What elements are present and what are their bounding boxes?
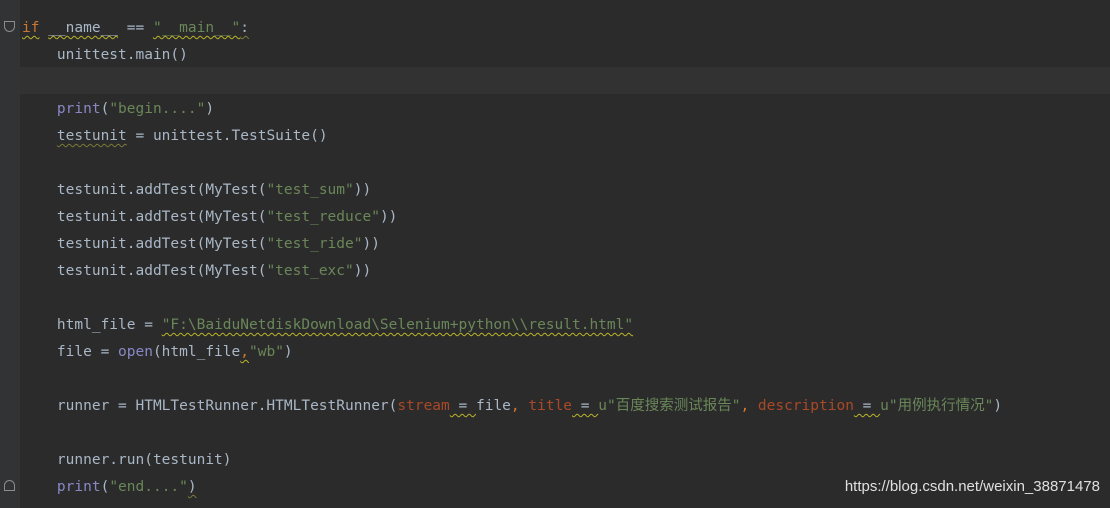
code-token: ) <box>205 101 215 117</box>
code-token: ) <box>187 479 197 495</box>
code-line[interactable]: testunit.addTest(MyTest("test_reduce")) <box>22 204 1002 231</box>
code-token: open <box>118 344 153 360</box>
code-editor[interactable]: if __name__ == "__main__": unittest.main… <box>22 15 1002 501</box>
code-token: u"百度搜索测试报告" <box>598 398 741 414</box>
code-line[interactable] <box>22 366 1002 393</box>
code-token: = <box>853 398 881 414</box>
code-token: "wb" <box>249 344 284 360</box>
editor-gutter <box>0 0 20 508</box>
code-token: = unittest.TestSuite() <box>126 128 328 144</box>
code-token: testunit <box>56 128 127 144</box>
fold-start-icon[interactable] <box>4 21 15 32</box>
code-line[interactable] <box>22 420 1002 447</box>
code-token: unittest.main() <box>22 47 188 63</box>
code-token: print <box>56 479 101 495</box>
code-token: testunit.addTest(MyTest( <box>22 263 267 279</box>
fold-end-icon[interactable] <box>4 480 15 491</box>
watermark: https://blog.csdn.net/weixin_38871478 <box>844 478 1100 495</box>
code-token: (html_file <box>152 344 241 360</box>
code-token: if <box>22 20 40 36</box>
code-token: stream <box>397 398 450 414</box>
code-line[interactable]: testunit.addTest(MyTest("test_exc")) <box>22 258 1002 285</box>
code-line[interactable]: if __name__ == "__main__": <box>22 15 1002 42</box>
code-token: ) <box>993 398 1003 414</box>
code-token: description <box>757 398 854 414</box>
code-token: = <box>572 398 599 414</box>
code-token: )) <box>353 182 372 198</box>
code-token: "F:\BaiduNetdiskDownload\Selenium+python… <box>161 317 634 333</box>
code-token: testunit.addTest(MyTest( <box>22 182 267 198</box>
code-token: )) <box>379 209 398 225</box>
code-token: runner = HTMLTestRunner.HTMLTestRunner( <box>22 398 398 414</box>
code-token: testunit.addTest(MyTest( <box>22 209 267 225</box>
code-token: file = <box>22 344 119 360</box>
code-token: file <box>475 398 511 414</box>
code-line[interactable]: print("begin....") <box>22 96 1002 123</box>
code-line[interactable] <box>22 285 1002 312</box>
code-line[interactable]: unittest.main() <box>22 42 1002 69</box>
code-token: "test_ride" <box>266 236 363 252</box>
code-line[interactable]: testunit.addTest(MyTest("test_ride")) <box>22 231 1002 258</box>
code-token: "begin...." <box>109 101 206 117</box>
code-token: = <box>449 398 476 414</box>
code-token: title <box>528 398 573 414</box>
code-token: "test_sum" <box>266 182 354 198</box>
code-line[interactable] <box>22 69 1002 96</box>
code-token: , <box>740 398 758 414</box>
code-token: ( <box>100 101 110 117</box>
code-token: ( <box>100 479 110 495</box>
code-token: )) <box>362 236 380 252</box>
code-token: __name__ <box>48 20 119 36</box>
code-line[interactable]: file = open(html_file,"wb") <box>22 339 1002 366</box>
code-token: == <box>118 20 153 36</box>
code-token: : <box>240 20 250 36</box>
code-token: testunit.addTest(MyTest( <box>22 236 267 252</box>
code-line[interactable]: html_file = "F:\BaiduNetdiskDownload\Sel… <box>22 312 1002 339</box>
code-line[interactable]: runner.run(testunit) <box>22 447 1002 474</box>
code-line[interactable] <box>22 150 1002 177</box>
code-token: )) <box>353 263 372 279</box>
code-token: u"用例执行情况" <box>880 398 994 414</box>
code-token: html_file = <box>22 317 162 333</box>
code-token: "end...." <box>109 479 188 495</box>
code-token: print <box>56 101 101 117</box>
code-token: , <box>510 398 529 414</box>
code-line[interactable]: testunit = unittest.TestSuite() <box>22 123 1002 150</box>
code-token: ) <box>283 344 293 360</box>
code-token: "test_exc" <box>266 263 354 279</box>
code-token: "__main__" <box>152 20 241 36</box>
code-line[interactable]: testunit.addTest(MyTest("test_sum")) <box>22 177 1002 204</box>
code-token: runner.run(testunit) <box>22 452 232 468</box>
code-line[interactable]: runner = HTMLTestRunner.HTMLTestRunner(s… <box>22 393 1002 420</box>
code-token: "test_reduce" <box>266 209 380 225</box>
code-token: , <box>240 344 249 360</box>
